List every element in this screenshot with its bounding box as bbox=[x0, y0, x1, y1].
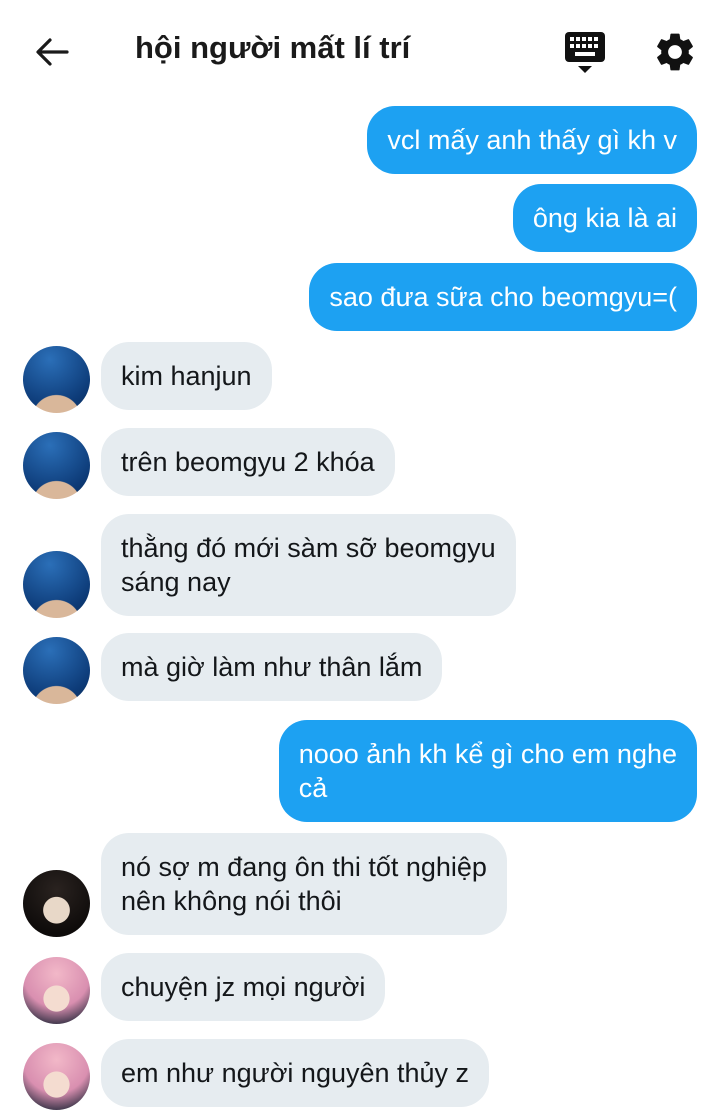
message-text-line: sáng nay bbox=[121, 567, 231, 597]
message-text-line: nó sợ m đang ôn thi tốt nghiệp bbox=[121, 852, 487, 882]
outgoing-message[interactable]: ông kia là ai bbox=[512, 184, 697, 252]
incoming-message[interactable]: nó sợ m đang ôn thi tốt nghiệp nên không… bbox=[101, 833, 507, 935]
incoming-message[interactable]: em như người nguyên thủy z bbox=[101, 1039, 490, 1107]
avatar[interactable] bbox=[23, 346, 90, 413]
avatar[interactable] bbox=[23, 870, 90, 937]
incoming-message[interactable]: kim hanjun bbox=[101, 342, 272, 410]
conversation-title: hội người mất lí trí bbox=[135, 30, 411, 65]
message-text: kim hanjun bbox=[121, 361, 252, 391]
message-text: mà giờ làm như thân lắm bbox=[121, 652, 423, 682]
back-button[interactable] bbox=[26, 26, 78, 78]
keyboard-icon bbox=[565, 32, 605, 73]
message-text-line: nên không nói thôi bbox=[121, 886, 342, 916]
outgoing-message[interactable]: nooo ảnh kh kể gì cho em nghe cả bbox=[278, 720, 697, 822]
keyboard-button[interactable] bbox=[562, 28, 608, 76]
chat-header: hội người mất lí trí bbox=[0, 0, 720, 100]
avatar[interactable] bbox=[23, 637, 90, 704]
avatar[interactable] bbox=[23, 551, 90, 618]
outgoing-message[interactable]: vcl mấy anh thấy gì kh v bbox=[367, 106, 697, 174]
avatar[interactable] bbox=[23, 432, 90, 499]
incoming-message[interactable]: mà giờ làm như thân lắm bbox=[101, 633, 443, 701]
arrow-left-icon bbox=[36, 38, 69, 66]
message-text-line: thằng đó mới sàm sỡ beomgyu bbox=[121, 533, 496, 563]
message-text-line: nooo ảnh kh kể gì cho em nghe bbox=[298, 739, 677, 769]
outgoing-message[interactable]: sao đưa sữa cho beomgyu=( bbox=[309, 263, 697, 331]
message-text: chuyện jz mọi người bbox=[121, 972, 366, 1002]
message-text-line: cả bbox=[298, 773, 328, 803]
incoming-message[interactable]: trên beomgyu 2 khóa bbox=[101, 428, 395, 496]
gear-icon bbox=[657, 33, 693, 71]
message-text: vcl mấy anh thấy gì kh v bbox=[387, 125, 677, 155]
incoming-message[interactable]: chuyện jz mọi người bbox=[101, 953, 386, 1021]
message-text: em như người nguyên thủy z bbox=[121, 1058, 470, 1088]
settings-button[interactable] bbox=[652, 28, 698, 76]
avatar[interactable] bbox=[23, 1043, 90, 1110]
message-text: trên beomgyu 2 khóa bbox=[121, 447, 375, 477]
message-text: ông kia là ai bbox=[532, 203, 677, 233]
message-text: sao đưa sữa cho beomgyu=( bbox=[329, 282, 677, 312]
incoming-message[interactable]: thằng đó mới sàm sỡ beomgyu sáng nay bbox=[101, 514, 516, 616]
avatar[interactable] bbox=[23, 957, 90, 1024]
